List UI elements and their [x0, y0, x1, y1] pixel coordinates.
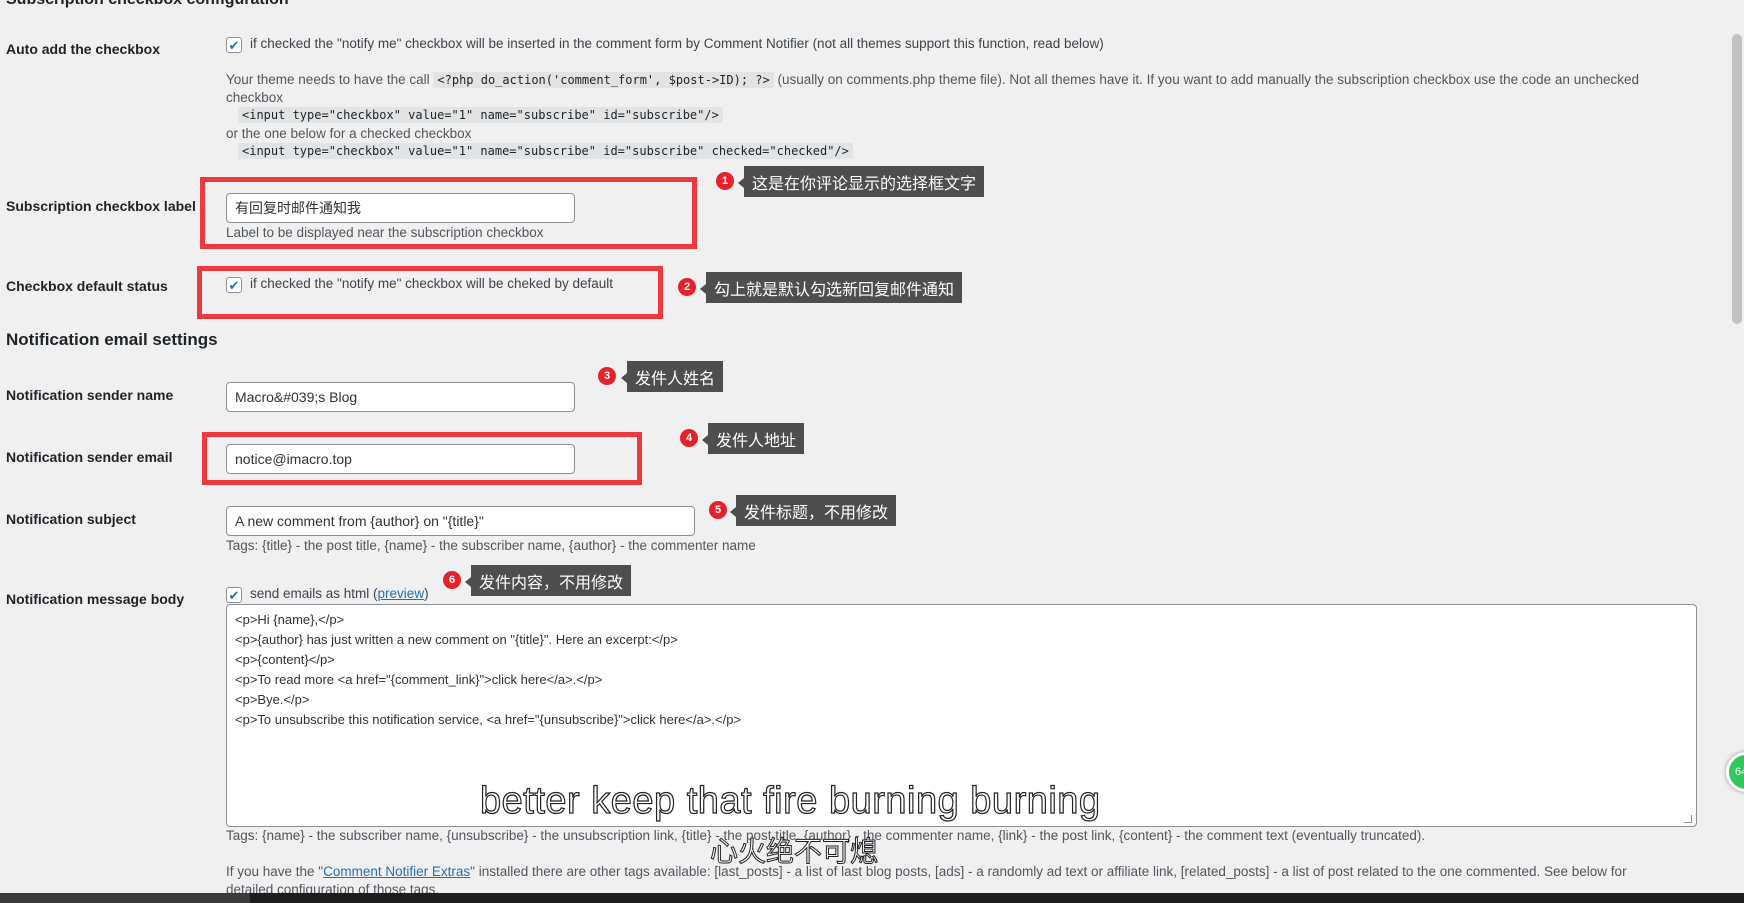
- textarea-resize-handle[interactable]: [1684, 815, 1692, 823]
- comment-notifier-extras-link[interactable]: Comment Notifier Extras: [323, 864, 470, 879]
- preview-link[interactable]: preview: [378, 586, 425, 601]
- video-subtitle-english: better keep that fire burning burning: [479, 779, 1101, 822]
- check-icon: ✔: [228, 587, 240, 603]
- subscription-label-desc: Label to be displayed near the subscript…: [226, 225, 544, 240]
- annotation-number-5: 5: [709, 501, 727, 519]
- annotation-number-3: 3: [598, 367, 616, 385]
- desc-line-2: checkbox: [226, 90, 284, 105]
- extras-description: If you have the "Comment Notifier Extras…: [226, 863, 1716, 881]
- annotation-number-6: 6: [443, 571, 461, 589]
- sub-label-label: Subscription checkbox label: [6, 198, 196, 214]
- message-body-label: Notification message body: [6, 591, 185, 607]
- annotation-callout-3: 发件人姓名: [620, 361, 724, 392]
- message-line: <p>To unsubscribe this notification serv…: [235, 712, 742, 727]
- auto-add-checkbox[interactable]: ✔: [226, 37, 242, 53]
- subscription-label-input[interactable]: 有回复时邮件通知我: [226, 193, 575, 223]
- highlight-box-2: [197, 266, 663, 319]
- default-status-checkbox-text: if checked the "notify me" checkbox will…: [250, 276, 614, 291]
- sender-email-label: Notification sender email: [6, 449, 173, 465]
- send-html-checkbox[interactable]: ✔: [226, 587, 242, 603]
- email-settings-title: Notification email settings: [6, 330, 218, 349]
- annotation-number-2: 2: [678, 278, 696, 296]
- video-subtitle-chinese: 心火绝不可熄: [709, 836, 879, 868]
- annotation-number-4: 4: [680, 429, 698, 447]
- message-line: <p>{author} has just written a new comme…: [235, 632, 678, 647]
- auto-add-label: Auto add the checkbox: [6, 41, 161, 57]
- scrollbar-thumb[interactable]: [1732, 34, 1742, 324]
- message-line: <p>Hi {name},</p>: [235, 612, 345, 627]
- code-unchecked-input: <input type="checkbox" value="1" name="s…: [238, 107, 723, 123]
- message-line: <p>{content}</p>: [235, 652, 335, 667]
- annotation-callout-2: 勾上就是默认勾选新回复邮件通知: [699, 272, 963, 303]
- message-line: <p>To read more <a href="{comment_link}"…: [235, 672, 603, 687]
- check-icon: ✔: [228, 37, 240, 53]
- extras-prefix: If you have the ": [226, 864, 324, 879]
- annotation-number-1: 1: [716, 172, 734, 190]
- section-title-subscription: Subscription checkbox configuration: [6, 0, 289, 9]
- subject-label: Notification subject: [6, 511, 136, 527]
- taskbar: [0, 893, 1744, 903]
- check-icon: ✔: [228, 277, 240, 293]
- default-status-label: Checkbox default status: [6, 278, 168, 294]
- send-html-label: send emails as html (: [250, 586, 378, 601]
- auto-add-checkbox-text: if checked the "notify me" checkbox will…: [250, 36, 1104, 51]
- subject-tags: Tags: {title} - the post title, {name} -…: [226, 538, 756, 553]
- annotation-callout-5: 发件标题，不用修改: [729, 495, 897, 526]
- sender-email-input[interactable]: notice@imacro.top: [226, 444, 575, 474]
- annotation-callout-4: 发件人地址: [701, 423, 805, 454]
- sender-name-label: Notification sender name: [6, 387, 174, 403]
- subject-input[interactable]: A new comment from {author} on "{title}": [226, 506, 695, 536]
- sender-name-input[interactable]: Macro&#039;s Blog: [226, 382, 575, 412]
- code-checked-input: <input type="checkbox" value="1" name="s…: [238, 143, 853, 159]
- annotation-callout-1: 这是在你评论显示的选择框文字: [737, 166, 985, 197]
- default-status-checkbox[interactable]: ✔: [226, 277, 242, 293]
- desc-line-3: or the one below for a checked checkbox: [226, 126, 472, 141]
- code-comment-form-call: <?php do_action('comment_form', $post->I…: [433, 72, 774, 88]
- annotation-callout-6: 发件内容，不用修改: [464, 565, 632, 596]
- send-html-text: send emails as html (preview): [250, 586, 429, 601]
- message-line: <p>Bye.</p>: [235, 692, 310, 707]
- auto-add-description: Your theme needs to have the call <?php …: [226, 71, 1706, 89]
- desc-suffix: (usually on comments.php theme file). No…: [777, 72, 1639, 87]
- send-html-close: ): [424, 586, 429, 601]
- desc-prefix: Your theme needs to have the call: [226, 72, 430, 87]
- taskbar-segment: [0, 893, 250, 903]
- extras-suffix: " installed there are other tags availab…: [470, 864, 1627, 879]
